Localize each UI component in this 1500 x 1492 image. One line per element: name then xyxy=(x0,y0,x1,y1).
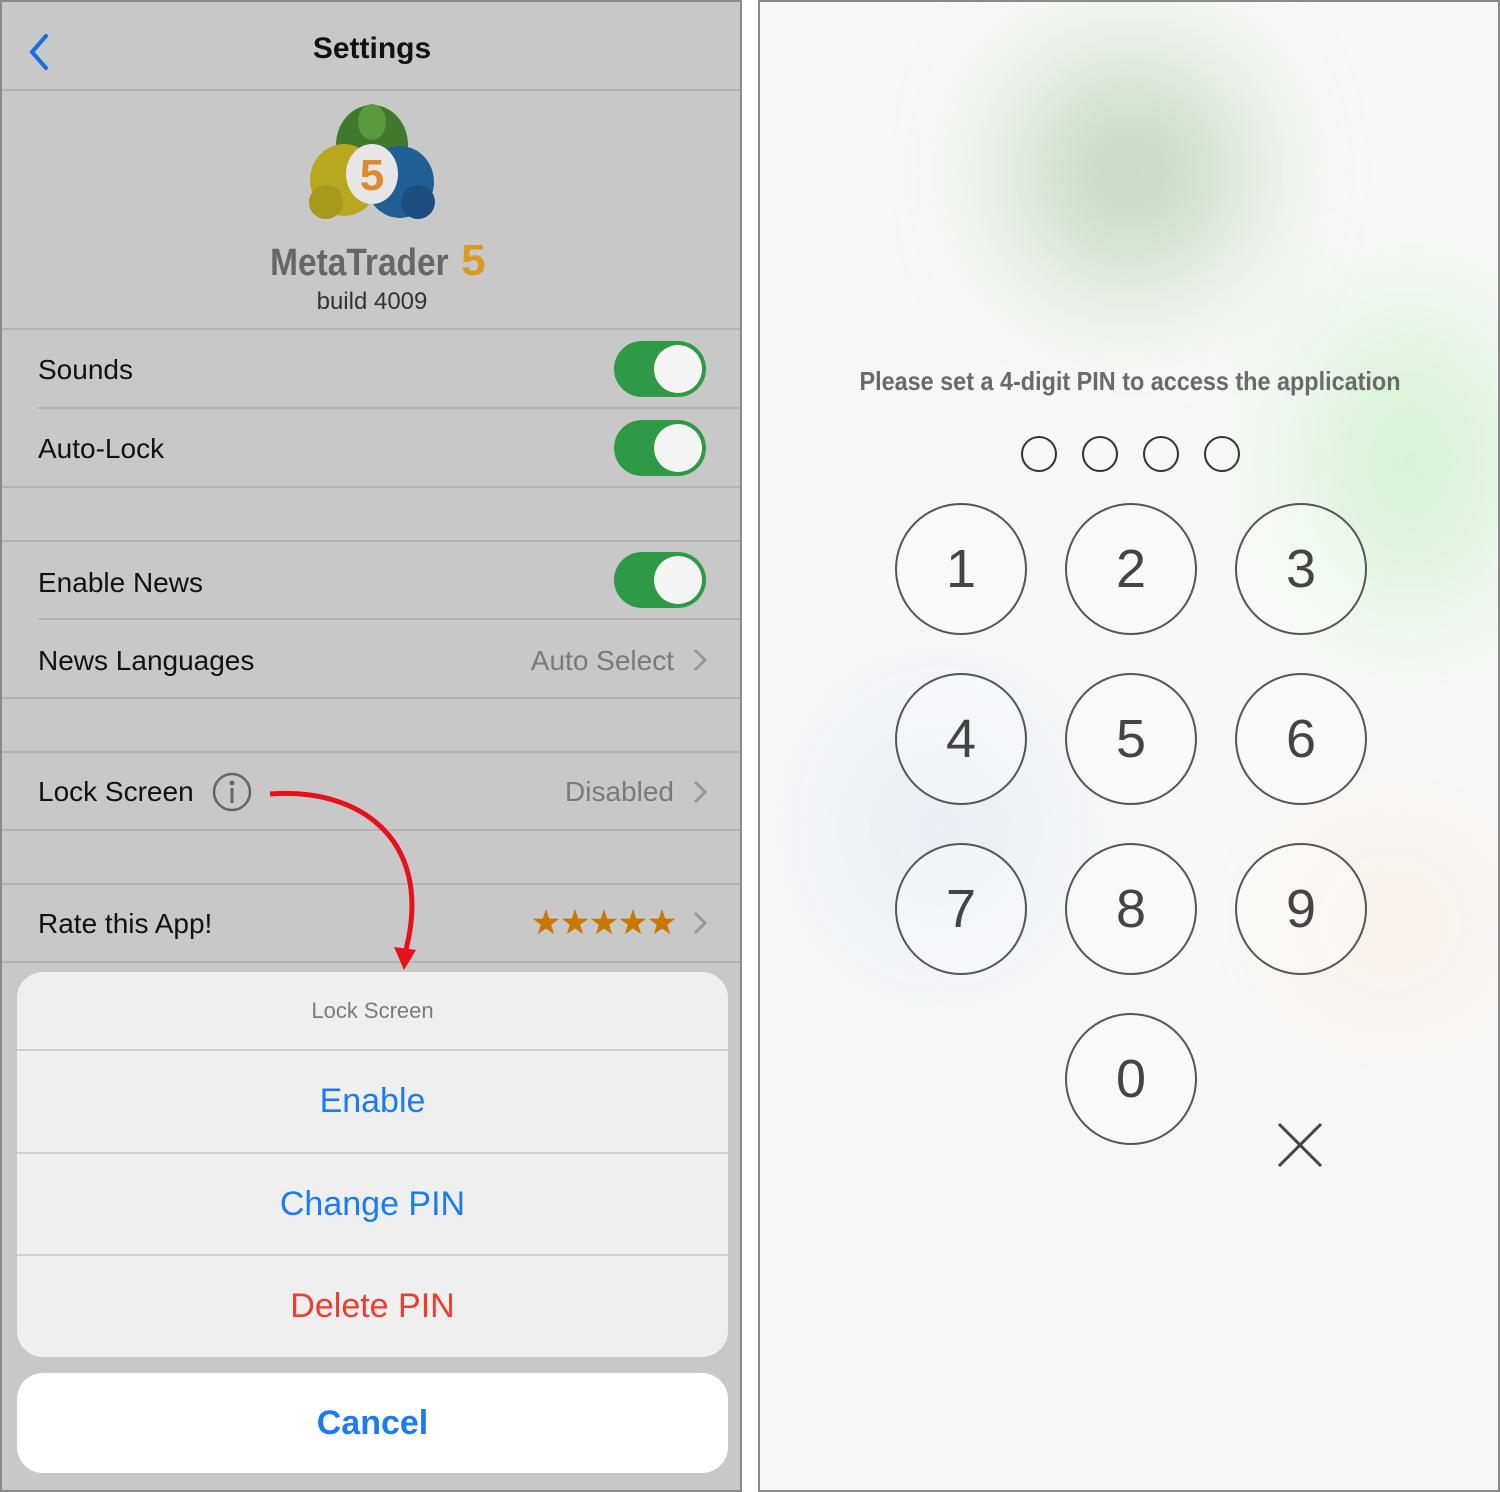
key-0[interactable]: 0 xyxy=(1065,1013,1197,1145)
row-news-languages[interactable]: News Languages Auto Select xyxy=(2,619,740,697)
enable-news-toggle[interactable] xyxy=(614,552,706,608)
star-icon xyxy=(648,909,676,935)
row-sounds: Sounds xyxy=(2,330,740,408)
chevron-right-icon xyxy=(693,648,708,672)
pin-dot xyxy=(1204,436,1240,472)
app-name: MetaTrader 5 xyxy=(270,236,486,285)
lock-screen-value: Disabled xyxy=(565,776,674,807)
key-7[interactable]: 7 xyxy=(895,843,1027,975)
svg-text:5: 5 xyxy=(360,151,384,200)
key-2[interactable]: 2 xyxy=(1065,503,1197,635)
key-1[interactable]: 1 xyxy=(895,503,1027,635)
row-enable-news: Enable News xyxy=(2,541,740,619)
key-6[interactable]: 6 xyxy=(1235,673,1367,805)
metatrader-logo: 5 xyxy=(309,104,435,219)
settings-screen: Settings 5 MetaTrader 5 build 4009 Sounds… xyxy=(0,0,742,1492)
enable-button[interactable]: Enable xyxy=(17,1050,728,1152)
pin-dot xyxy=(1021,436,1057,472)
chevron-right-icon xyxy=(693,780,708,804)
lock-screen-action-sheet: Lock Screen Enable Change PIN Delete PIN xyxy=(17,972,728,1357)
star-icon xyxy=(619,909,647,935)
info-icon[interactable] xyxy=(212,772,252,812)
background-blur xyxy=(1020,62,1240,282)
close-icon[interactable] xyxy=(1276,1121,1324,1169)
key-5[interactable]: 5 xyxy=(1065,673,1197,805)
star-icon xyxy=(532,909,560,935)
build-number: build 4009 xyxy=(316,288,428,315)
sounds-toggle[interactable] xyxy=(614,341,706,397)
cancel-button[interactable]: Cancel xyxy=(17,1373,728,1473)
key-9[interactable]: 9 xyxy=(1235,843,1367,975)
pin-dot xyxy=(1143,436,1179,472)
star-icon xyxy=(561,909,589,935)
action-sheet-title: Lock Screen xyxy=(311,998,434,1023)
news-languages-value: Auto Select xyxy=(530,645,674,676)
pin-setup-screen: Please set a 4-digit PIN to access the a… xyxy=(758,0,1500,1492)
star-icon xyxy=(590,909,618,935)
auto-lock-toggle[interactable] xyxy=(614,420,706,476)
pin-prompt: Please set a 4-digit PIN to access the a… xyxy=(859,366,1401,396)
pin-dot xyxy=(1082,436,1118,472)
key-8[interactable]: 8 xyxy=(1065,843,1197,975)
star-rating xyxy=(532,909,676,935)
annotation-arrow xyxy=(269,790,416,970)
key-4[interactable]: 4 xyxy=(895,673,1027,805)
change-pin-button[interactable]: Change PIN xyxy=(17,1153,728,1255)
key-3[interactable]: 3 xyxy=(1235,503,1367,635)
page-title: Settings xyxy=(312,32,432,65)
row-auto-lock: Auto-Lock xyxy=(2,408,740,486)
chevron-right-icon xyxy=(693,911,708,935)
delete-pin-button[interactable]: Delete PIN xyxy=(17,1255,728,1357)
